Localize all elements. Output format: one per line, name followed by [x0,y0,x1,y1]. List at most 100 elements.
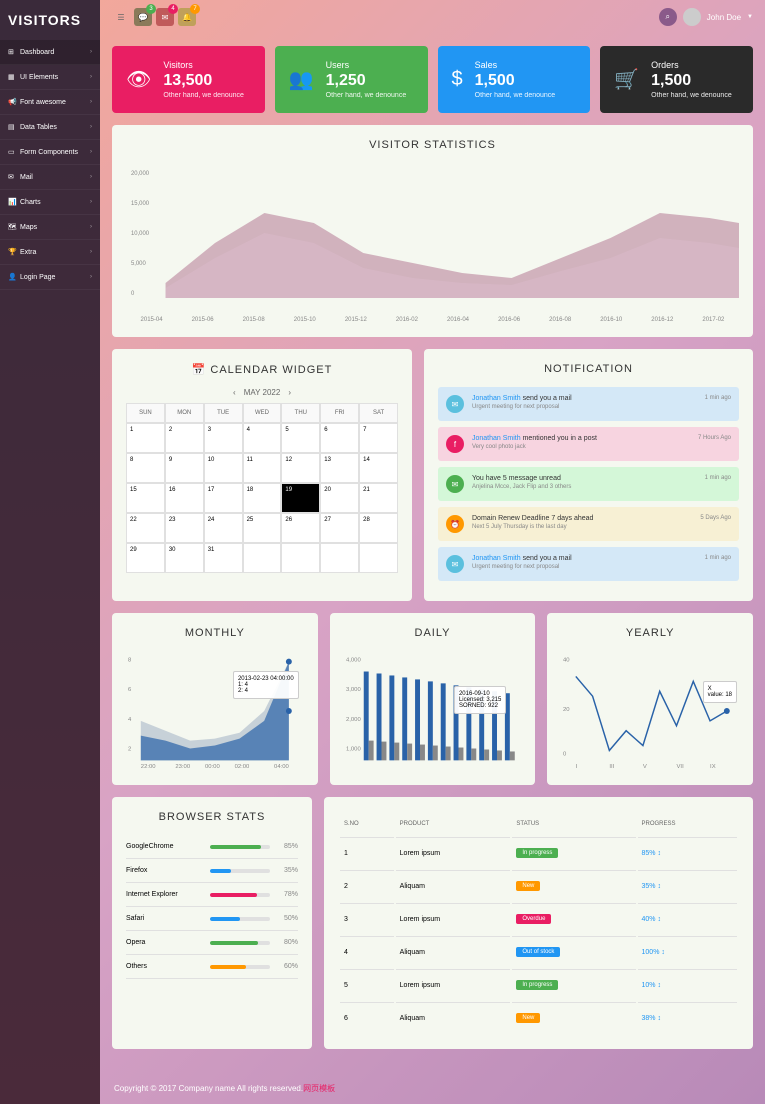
calendar-cell[interactable]: 6 [320,423,359,453]
sidebar-item-mail[interactable]: ✉Mail› [0,165,100,190]
sidebar-item-font-awesome[interactable]: 📢Font awesome› [0,90,100,115]
calendar-cell[interactable] [320,543,359,573]
svg-text:IX: IX [710,764,716,770]
calendar-cell[interactable]: 14 [359,453,398,483]
footer-link[interactable]: 网页模板 [303,1084,335,1093]
svg-text:20,000: 20,000 [131,171,150,177]
chevron-right-icon: › [90,249,92,255]
username[interactable]: John Doe [707,13,741,22]
calendar-cell[interactable] [359,543,398,573]
browser-row: Opera80% [126,931,298,955]
calendar-cell[interactable]: 11 [243,453,282,483]
svg-text:1,000: 1,000 [346,746,361,752]
notification-item[interactable]: ⏰Domain Renew Deadline 7 days aheadNext … [438,507,739,541]
sidebar-item-extra[interactable]: 🏆Extra› [0,240,100,265]
calendar-day-header: MON [165,403,204,423]
calendar-cell[interactable]: 2 [165,423,204,453]
svg-text:22:00: 22:00 [141,764,156,770]
notification-panel: NOTIFICATION ✉Jonathan Smith send you a … [424,349,753,601]
calendar-cell[interactable]: 13 [320,453,359,483]
svg-text:00:00: 00:00 [205,764,220,770]
browser-row: Others60% [126,955,298,979]
calendar-cell[interactable]: 17 [204,483,243,513]
chat-icon[interactable]: 💬3 [134,8,152,26]
calendar-cell[interactable]: 16 [165,483,204,513]
main-content: ☰ 💬3 ✉4 🔔7 ⌕ John Doe ▼ 👁Visitors13,500O… [100,0,765,1104]
calendar-next[interactable]: › [280,388,299,397]
stat-card-users[interactable]: 👥Users1,250Other hand, we denounce [275,46,428,113]
status-badge: New [516,881,540,891]
chevron-down-icon[interactable]: ▼ [747,14,753,20]
calendar-cell[interactable]: 23 [165,513,204,543]
nav-icon: 🏆 [8,248,16,256]
svg-text:III: III [610,764,615,770]
calendar-cell[interactable] [281,543,320,573]
mail-icon[interactable]: ✉4 [156,8,174,26]
stat-card-visitors[interactable]: 👁Visitors13,500Other hand, we denounce [112,46,265,113]
calendar-cell[interactable]: 18 [243,483,282,513]
calendar-cell[interactable]: 1 [126,423,165,453]
stat-card-sales[interactable]: $Sales1,500Other hand, we denounce [438,46,591,113]
sidebar-item-charts[interactable]: 📊Charts› [0,190,100,215]
products-table: S.NOPRODUCTSTATUSPROGRESS 1Lorem ipsumIn… [338,811,739,1035]
topbar: ☰ 💬3 ✉4 🔔7 ⌕ John Doe ▼ [100,0,765,34]
svg-text:4,000: 4,000 [346,658,361,664]
svg-text:04:00: 04:00 [274,764,289,770]
table-row: 6AliquamNew38% ↕ [340,1002,737,1033]
avatar[interactable] [683,8,701,26]
search-button[interactable]: ⌕ [659,8,677,26]
daily-chart-panel: DAILY 4,0003,0002,0001,000 2016-09-10Lic… [330,613,536,785]
calendar-cell[interactable]: 29 [126,543,165,573]
calendar-cell[interactable]: 24 [204,513,243,543]
calendar-cell[interactable]: 10 [204,453,243,483]
browser-row: Firefox35% [126,859,298,883]
calendar-cell[interactable]: 3 [204,423,243,453]
calendar-cell[interactable]: 8 [126,453,165,483]
calendar-cell[interactable]: 19 [281,483,320,513]
sidebar-item-ui-elements[interactable]: ▦UI Elements› [0,65,100,90]
calendar-cell[interactable]: 15 [126,483,165,513]
calendar-cell[interactable]: 22 [126,513,165,543]
calendar-cell[interactable]: 28 [359,513,398,543]
stat-icon: 👁 [126,67,151,92]
calendar-cell[interactable]: 9 [165,453,204,483]
svg-text:23:00: 23:00 [175,764,190,770]
calendar-cell[interactable] [243,543,282,573]
stat-icon: 🛒 [614,67,639,92]
calendar-cell[interactable]: 4 [243,423,282,453]
calendar-prev[interactable]: ‹ [225,388,244,397]
stat-card-orders[interactable]: 🛒Orders1,500Other hand, we denounce [600,46,753,113]
stat-icon: $ [452,68,463,91]
calendar-cell[interactable]: 21 [359,483,398,513]
calendar-cell[interactable]: 30 [165,543,204,573]
sidebar: VISITORS ⊞Dashboard›▦UI Elements›📢Font a… [0,0,100,1104]
svg-text:20: 20 [563,707,570,713]
sidebar-item-dashboard[interactable]: ⊞Dashboard› [0,40,100,65]
bell-icon[interactable]: 🔔7 [178,8,196,26]
nav-icon: 👤 [8,273,16,281]
notification-item[interactable]: ✉Jonathan Smith send you a mailUrgent me… [438,387,739,421]
svg-text:I: I [576,764,578,770]
calendar-day-header: TUE [204,403,243,423]
notification-item[interactable]: ✉Jonathan Smith send you a mailUrgent me… [438,547,739,581]
calendar-cell[interactable]: 27 [320,513,359,543]
sidebar-item-data-tables[interactable]: ▤Data Tables› [0,115,100,140]
calendar-cell[interactable]: 26 [281,513,320,543]
chevron-right-icon: › [90,49,92,55]
monthly-tooltip: 2013-02-23 04:00:001: 42: 4 [233,671,299,699]
sidebar-item-login-page[interactable]: 👤Login Page› [0,265,100,290]
calendar-cell[interactable]: 25 [243,513,282,543]
browser-row: GoogleChrome85% [126,835,298,859]
sidebar-item-form-components[interactable]: ▭Form Components› [0,140,100,165]
calendar-cell[interactable]: 5 [281,423,320,453]
calendar-day-header: THU [281,403,320,423]
notification-item[interactable]: ✉You have 5 message unreadAnjelina Mcce,… [438,467,739,501]
calendar-cell[interactable]: 31 [204,543,243,573]
menu-icon[interactable]: ☰ [112,8,130,26]
notification-item[interactable]: fJonathan Smith mentioned you in a postV… [438,427,739,461]
sidebar-item-maps[interactable]: 🗺Maps› [0,215,100,240]
visitor-chart-title: VISITOR STATISTICS [126,139,739,151]
calendar-cell[interactable]: 12 [281,453,320,483]
calendar-cell[interactable]: 20 [320,483,359,513]
calendar-cell[interactable]: 7 [359,423,398,453]
